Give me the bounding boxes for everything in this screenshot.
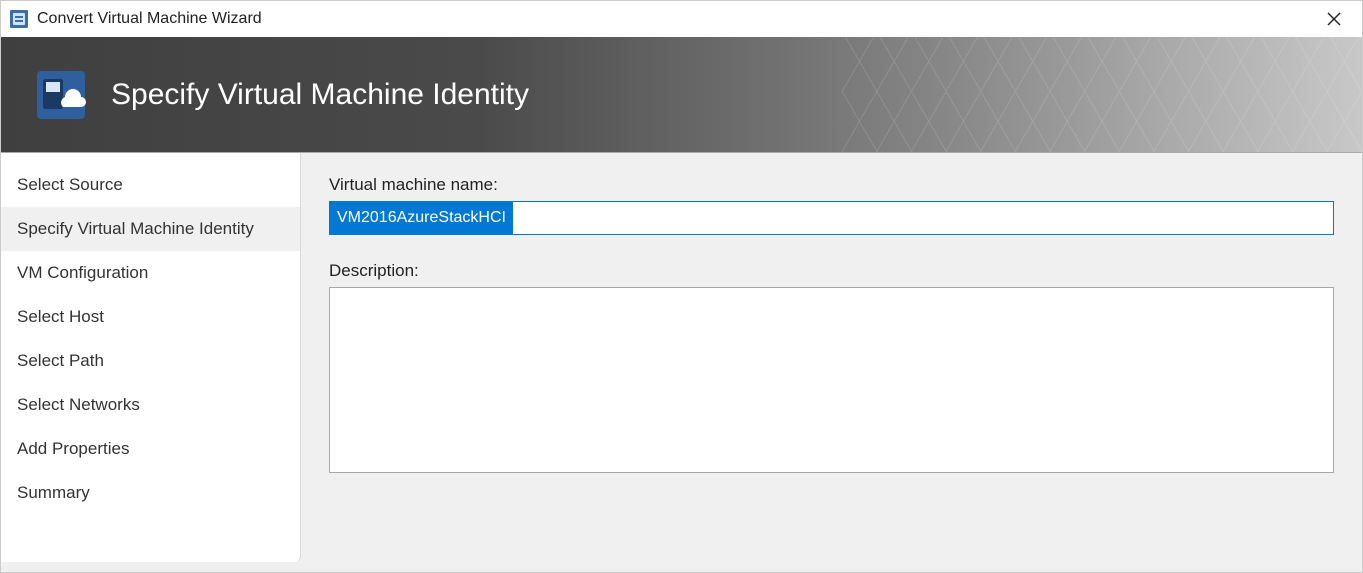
sidebar-item-label: VM Configuration: [17, 263, 148, 282]
wizard-window: Convert Virtual Machine Wizard Specify V…: [0, 0, 1363, 573]
description-input[interactable]: [329, 287, 1334, 473]
sidebar-item-select-host[interactable]: Select Host: [1, 295, 300, 339]
wizard-steps-sidebar: Select Source Specify Virtual Machine Id…: [1, 153, 301, 562]
vm-name-label: Virtual machine name:: [329, 175, 1334, 195]
header-band: Specify Virtual Machine Identity: [1, 37, 1362, 153]
sidebar-item-label: Select Networks: [17, 395, 140, 414]
sidebar-item-label: Select Source: [17, 175, 123, 194]
app-icon: [9, 9, 29, 29]
sidebar-item-label: Summary: [17, 483, 90, 502]
sidebar-item-select-networks[interactable]: Select Networks: [1, 383, 300, 427]
vm-cloud-icon: [33, 67, 89, 123]
sidebar-item-vm-configuration[interactable]: VM Configuration: [1, 251, 300, 295]
sidebar-item-select-source[interactable]: Select Source: [1, 163, 300, 207]
sidebar-item-specify-vm-identity[interactable]: Specify Virtual Machine Identity: [1, 207, 300, 251]
window-title: Convert Virtual Machine Wizard: [37, 10, 1314, 28]
sidebar-item-select-path[interactable]: Select Path: [1, 339, 300, 383]
sidebar-item-label: Select Host: [17, 307, 104, 326]
sidebar-item-label: Select Path: [17, 351, 104, 370]
vm-name-input[interactable]: [329, 201, 1334, 235]
page-heading: Specify Virtual Machine Identity: [111, 78, 529, 112]
sidebar-item-label: Specify Virtual Machine Identity: [17, 219, 254, 238]
titlebar: Convert Virtual Machine Wizard: [1, 1, 1362, 37]
vm-name-input-wrap: VM2016AzureStackHCI: [329, 201, 1334, 235]
close-button[interactable]: [1314, 5, 1354, 33]
main-panel: Virtual machine name: VM2016AzureStackHC…: [301, 153, 1362, 572]
body-area: Select Source Specify Virtual Machine Id…: [1, 153, 1362, 572]
description-label: Description:: [329, 261, 1334, 281]
close-icon: [1327, 12, 1341, 26]
sidebar-item-summary[interactable]: Summary: [1, 471, 300, 515]
sidebar-item-add-properties[interactable]: Add Properties: [1, 427, 300, 471]
sidebar-item-label: Add Properties: [17, 439, 129, 458]
header-pattern: [842, 37, 1362, 152]
